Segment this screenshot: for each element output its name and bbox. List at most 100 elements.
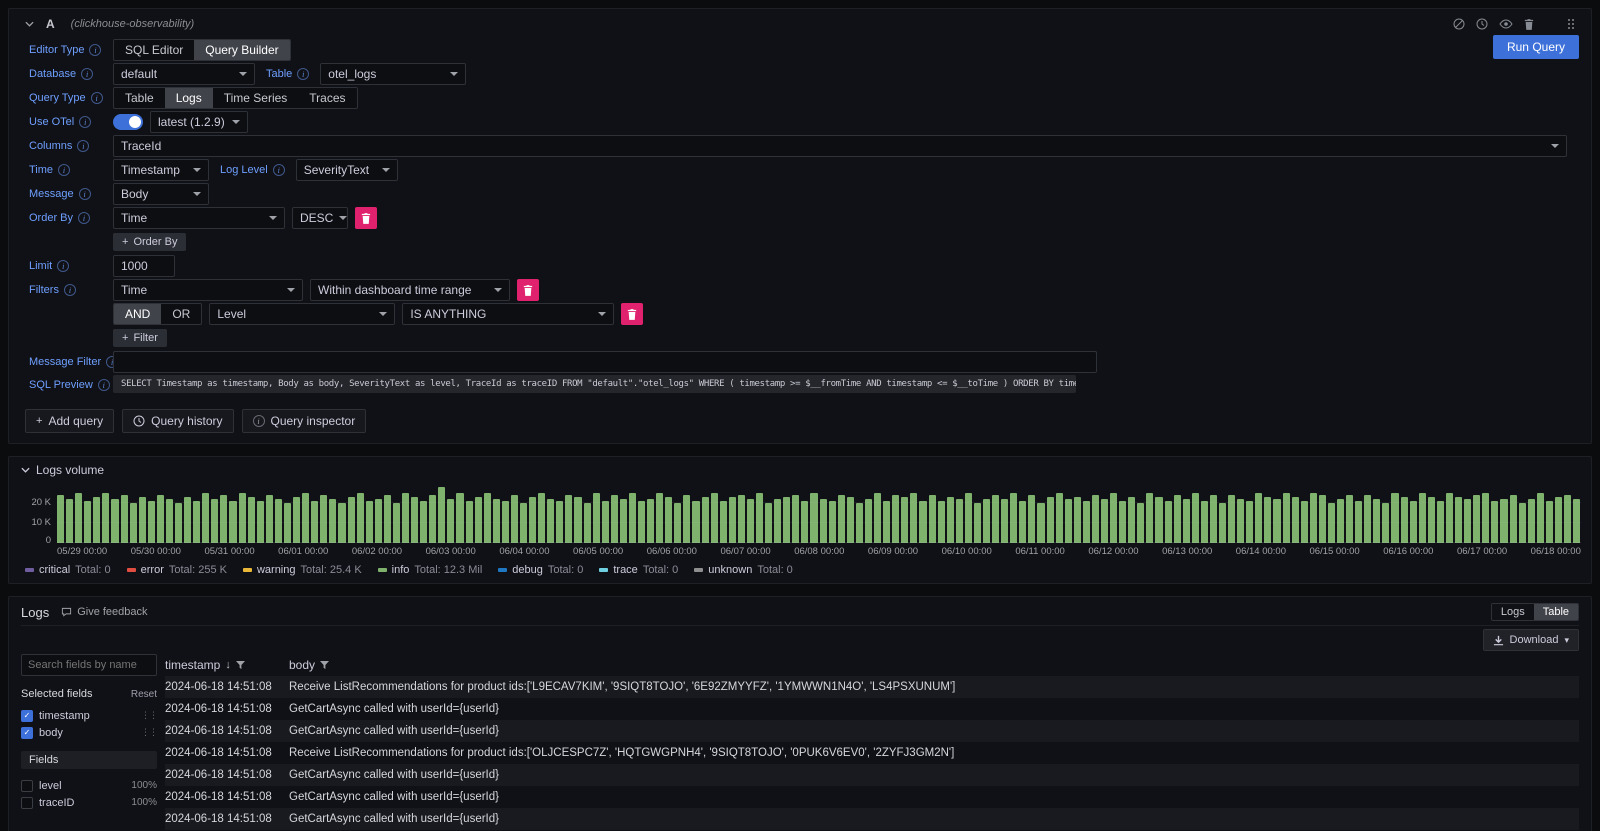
legend-item-trace[interactable]: traceTotal: 0 bbox=[599, 564, 678, 576]
logs-view-toggle-logs[interactable]: Logs bbox=[1492, 604, 1534, 620]
log-row[interactable]: 2024-06-18 14:51:08Receive ListRecommend… bbox=[165, 676, 1579, 698]
database-select[interactable]: default bbox=[113, 63, 255, 85]
info-icon[interactable] bbox=[98, 379, 110, 391]
add-filter-button[interactable]: + Filter bbox=[113, 329, 167, 347]
checkbox-unchecked[interactable] bbox=[21, 780, 33, 792]
volume-bar bbox=[1391, 493, 1398, 543]
add-order-by-row: + Order By bbox=[21, 231, 1579, 253]
order-by-field-select[interactable]: Time bbox=[113, 207, 285, 229]
log-row[interactable]: 2024-06-18 14:51:08GetCartAsync called w… bbox=[165, 786, 1579, 808]
legend-total: Total: 25.4 K bbox=[301, 564, 362, 576]
info-icon[interactable] bbox=[89, 44, 101, 56]
bool-operator-toggle-and[interactable]: AND bbox=[114, 304, 161, 324]
chevron-down-icon bbox=[232, 120, 240, 124]
info-icon[interactable] bbox=[77, 140, 89, 152]
legend-item-debug[interactable]: debugTotal: 0 bbox=[498, 564, 583, 576]
drag-handle-icon[interactable]: ⋮⋮ bbox=[141, 710, 157, 721]
log-row[interactable]: 2024-06-18 14:51:08GetCartAsync called w… bbox=[165, 698, 1579, 720]
info-icon[interactable] bbox=[91, 92, 103, 104]
time-column-select[interactable]: Timestamp bbox=[113, 159, 209, 181]
log-row[interactable]: 2024-06-18 14:51:08Receive ListRecommend… bbox=[165, 742, 1579, 764]
remove-query-icon[interactable] bbox=[1524, 19, 1534, 30]
sort-desc-icon[interactable]: ↓ bbox=[225, 659, 231, 671]
add-order-by-button[interactable]: + Order By bbox=[113, 233, 186, 251]
info-icon[interactable] bbox=[78, 212, 90, 224]
info-icon[interactable] bbox=[81, 68, 93, 80]
filter-funnel-icon[interactable] bbox=[320, 661, 329, 670]
filter-funnel-icon[interactable] bbox=[236, 661, 245, 670]
info-icon[interactable] bbox=[57, 260, 69, 272]
info-icon[interactable] bbox=[273, 164, 285, 176]
checkbox-checked[interactable]: ✓ bbox=[21, 710, 33, 722]
checkbox-checked[interactable]: ✓ bbox=[21, 727, 33, 739]
legend-item-error[interactable]: errorTotal: 255 K bbox=[127, 564, 227, 576]
checkbox-unchecked[interactable] bbox=[21, 797, 33, 809]
add-query-button[interactable]: + Add query bbox=[25, 409, 114, 433]
collapse-query-icon[interactable] bbox=[25, 21, 34, 27]
query-inspector-button[interactable]: Query inspector bbox=[242, 409, 367, 433]
editor-type-toggle-sql-editor[interactable]: SQL Editor bbox=[114, 40, 194, 60]
bool-operator-toggle-or[interactable]: OR bbox=[161, 304, 201, 324]
timestamp-column-header[interactable]: timestamp ↓ bbox=[165, 658, 289, 672]
volume-bar bbox=[574, 497, 581, 543]
info-icon[interactable] bbox=[79, 188, 91, 200]
body-header-label: body bbox=[289, 658, 315, 672]
legend-item-critical[interactable]: criticalTotal: 0 bbox=[25, 564, 111, 576]
limit-input[interactable] bbox=[113, 255, 175, 277]
run-query-button[interactable]: Run Query bbox=[1493, 35, 1579, 59]
message-column-select[interactable]: Body bbox=[113, 183, 209, 205]
query-type-toggle-traces[interactable]: Traces bbox=[298, 88, 356, 108]
filter2-operator-select[interactable]: IS ANYTHING bbox=[402, 303, 614, 325]
log-row[interactable]: 2024-06-18 14:51:08GetCartAsync called w… bbox=[165, 808, 1579, 830]
eye-icon[interactable] bbox=[1499, 19, 1513, 29]
disable-query-icon[interactable] bbox=[1453, 18, 1465, 30]
use-otel-toggle[interactable] bbox=[113, 114, 143, 130]
log-row[interactable]: 2024-06-18 14:51:08GetCartAsync called w… bbox=[165, 764, 1579, 786]
remove-order-by-button[interactable] bbox=[355, 207, 377, 229]
trash-icon bbox=[523, 285, 533, 296]
history-icon[interactable] bbox=[1476, 18, 1488, 30]
volume-bar bbox=[75, 493, 82, 543]
filter-operator-select[interactable]: Within dashboard time range bbox=[310, 279, 510, 301]
field-name: traceID bbox=[39, 797, 74, 809]
log-row[interactable]: 2024-06-18 14:51:08GetCartAsync called w… bbox=[165, 720, 1579, 742]
query-type-toggle-table[interactable]: Table bbox=[114, 88, 165, 108]
volume-bar bbox=[1555, 497, 1562, 543]
chevron-down-icon bbox=[193, 192, 201, 196]
time-row: Time Timestamp Log Level SeverityText bbox=[21, 159, 1579, 181]
reset-fields-button[interactable]: Reset bbox=[131, 689, 157, 700]
otel-version-select[interactable]: latest (1.2.9) bbox=[150, 111, 248, 133]
search-fields-input[interactable] bbox=[21, 654, 157, 676]
order-direction-select[interactable]: DESC bbox=[292, 207, 348, 229]
volume-bar bbox=[456, 493, 463, 543]
log-level-select[interactable]: SeverityText bbox=[296, 159, 398, 181]
logs-view-toggle-table[interactable]: Table bbox=[1534, 604, 1578, 620]
legend-item-warning[interactable]: warningTotal: 25.4 K bbox=[243, 564, 362, 576]
download-button[interactable]: Download ▾ bbox=[1483, 629, 1579, 651]
info-icon[interactable] bbox=[64, 284, 76, 296]
table-select[interactable]: otel_logs bbox=[320, 63, 466, 85]
info-icon[interactable] bbox=[297, 68, 309, 80]
query-history-button[interactable]: Query history bbox=[122, 409, 233, 433]
drag-handle-icon[interactable] bbox=[1567, 18, 1575, 30]
chevron-down-icon bbox=[193, 168, 201, 172]
legend-item-info[interactable]: infoTotal: 12.3 Mil bbox=[378, 564, 483, 576]
remove-filter-button[interactable] bbox=[517, 279, 539, 301]
body-column-header[interactable]: body bbox=[289, 658, 1579, 672]
give-feedback-link[interactable]: Give feedback bbox=[61, 606, 147, 618]
editor-type-toggle-query-builder[interactable]: Query Builder bbox=[194, 40, 289, 60]
limit-label-text: Limit bbox=[29, 260, 52, 272]
remove-filter2-button[interactable] bbox=[621, 303, 643, 325]
filter-field-select[interactable]: Time bbox=[113, 279, 303, 301]
query-type-toggle-time-series[interactable]: Time Series bbox=[213, 88, 299, 108]
legend-item-unknown[interactable]: unknownTotal: 0 bbox=[694, 564, 793, 576]
message-filter-input[interactable] bbox=[113, 351, 1097, 373]
collapse-panel-icon[interactable] bbox=[21, 467, 30, 473]
query-type-toggle-logs[interactable]: Logs bbox=[165, 88, 213, 108]
drag-handle-icon[interactable]: ⋮⋮ bbox=[141, 727, 157, 738]
info-icon[interactable] bbox=[58, 164, 70, 176]
filter2-field-select[interactable]: Level bbox=[209, 303, 395, 325]
info-icon[interactable] bbox=[79, 116, 91, 128]
columns-multiselect[interactable]: TraceId bbox=[113, 135, 1567, 157]
volume-bar bbox=[1419, 493, 1426, 543]
